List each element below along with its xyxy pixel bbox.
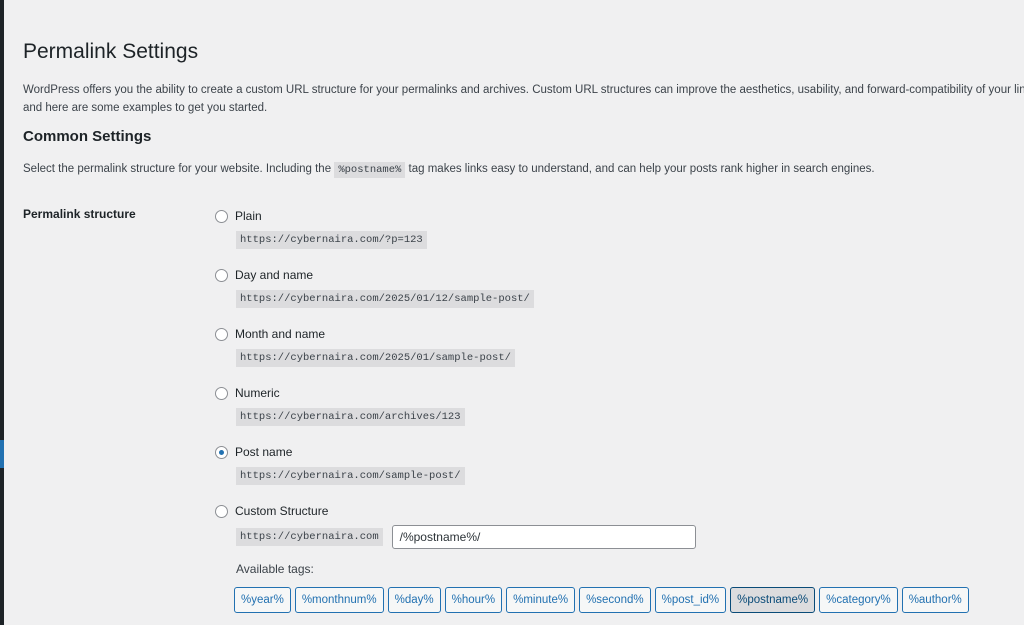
- option-label-custom-structure[interactable]: Custom Structure: [235, 504, 328, 518]
- page-title: Permalink Settings: [23, 40, 199, 63]
- option-label-numeric[interactable]: Numeric: [235, 386, 280, 400]
- radio-day-and-name[interactable]: [215, 268, 228, 282]
- sample-url-month-and-name: https://cybernaira.com/2025/01/sample-po…: [236, 349, 515, 367]
- tag-button-minute[interactable]: %minute%: [506, 587, 576, 613]
- available-tags-label: Available tags:: [236, 562, 314, 576]
- common-settings-heading: Common Settings: [23, 128, 152, 145]
- option-label-day-and-name[interactable]: Day and name: [235, 268, 313, 282]
- custom-structure-base-url: https://cybernaira.com: [236, 528, 383, 546]
- admin-sidebar-edge: [0, 0, 4, 625]
- tag-button-category[interactable]: %category%: [819, 587, 898, 613]
- collapse-indicator[interactable]: [0, 440, 4, 468]
- radio-numeric[interactable]: [215, 386, 228, 400]
- intro-line-2: and here are some examples to get you st…: [23, 102, 268, 114]
- intro-text: WordPress offers you the ability to crea…: [23, 81, 1024, 117]
- settings-page: Permalink Settings WordPress offers you …: [23, 0, 1024, 625]
- sample-url-day-and-name: https://cybernaira.com/2025/01/12/sample…: [236, 290, 534, 308]
- option-label-post-name[interactable]: Post name: [235, 445, 292, 459]
- sample-url-post-name: https://cybernaira.com/sample-post/: [236, 467, 465, 485]
- radio-month-and-name[interactable]: [215, 327, 228, 341]
- desc-after: tag makes links easy to understand, and …: [408, 163, 875, 175]
- tag-button-hour[interactable]: %hour%: [444, 587, 503, 613]
- option-custom-structure: Custom Structure https://cybernaira.com …: [215, 502, 696, 576]
- option-label-plain[interactable]: Plain: [235, 209, 262, 223]
- custom-structure-input[interactable]: /%postname%/: [391, 525, 696, 549]
- tag-button-second[interactable]: %second%: [579, 587, 651, 613]
- radio-post-name[interactable]: [215, 445, 228, 459]
- option-plain: Plain https://cybernaira.com/?p=123: [215, 207, 427, 249]
- tag-button-author[interactable]: %author%: [901, 587, 969, 613]
- permalink-structure-label: Permalink structure: [23, 207, 136, 221]
- sample-url-numeric: https://cybernaira.com/archives/123: [236, 408, 465, 426]
- available-tags-list: %year% %monthnum% %day% %hour% %minute% …: [234, 587, 973, 613]
- option-day-and-name: Day and name https://cybernaira.com/2025…: [215, 266, 534, 308]
- tag-button-day[interactable]: %day%: [387, 587, 441, 613]
- tag-button-post-id[interactable]: %post_id%: [654, 587, 727, 613]
- intro-line-1: WordPress offers you the ability to crea…: [23, 84, 1024, 96]
- tag-button-monthnum[interactable]: %monthnum%: [294, 587, 384, 613]
- tag-button-year[interactable]: %year%: [234, 587, 291, 613]
- desc-before: Select the permalink structure for your …: [23, 163, 332, 175]
- option-month-and-name: Month and name https://cybernaira.com/20…: [215, 325, 515, 367]
- radio-plain[interactable]: [215, 209, 228, 223]
- radio-custom-structure[interactable]: [215, 504, 228, 518]
- option-post-name: Post name https://cybernaira.com/sample-…: [215, 443, 465, 485]
- common-settings-description: Select the permalink structure for your …: [23, 160, 875, 179]
- tag-button-postname[interactable]: %postname%: [730, 587, 816, 613]
- option-numeric: Numeric https://cybernaira.com/archives/…: [215, 384, 465, 426]
- sample-url-plain: https://cybernaira.com/?p=123: [236, 231, 427, 249]
- postname-code: %postname%: [334, 162, 406, 178]
- option-label-month-and-name[interactable]: Month and name: [235, 327, 325, 341]
